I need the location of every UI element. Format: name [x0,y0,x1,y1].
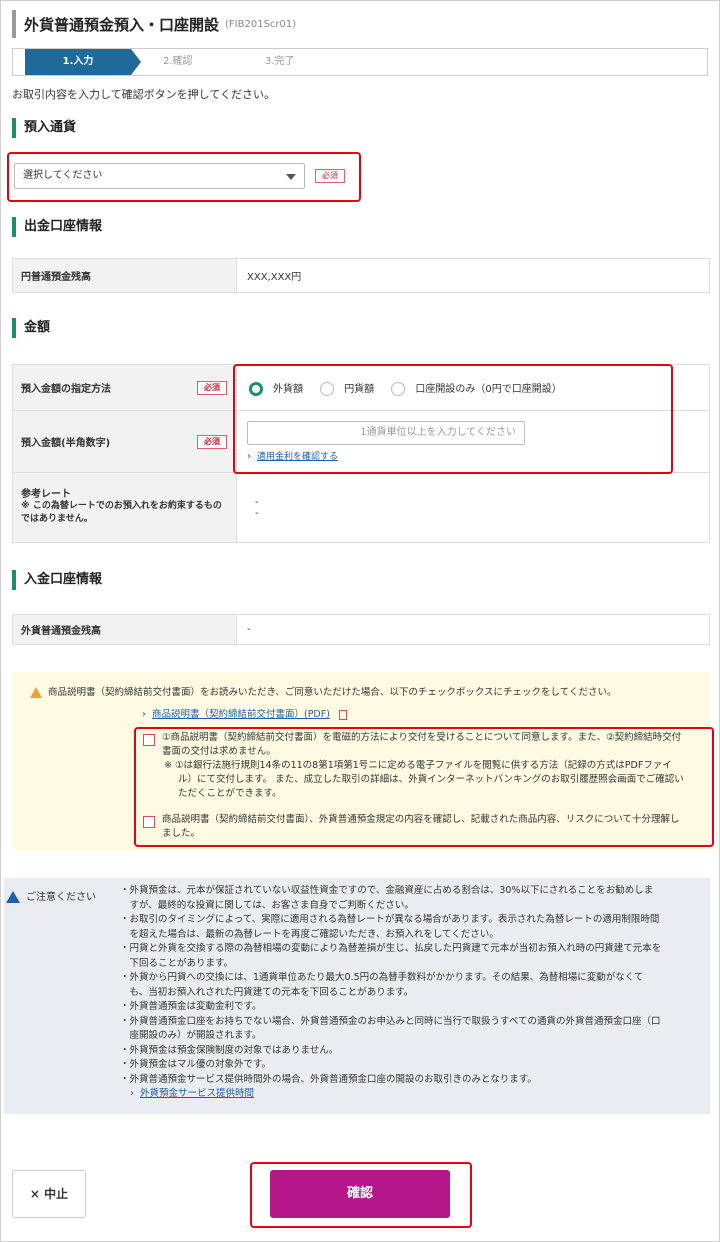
amount-label: 預入金額(半角数字) [21,438,111,449]
chevron-right-icon: › [130,1088,134,1099]
notes-item: を超えた場合は、最新の為替レートを再度ご確認いただき、お預入れをしてください。 [120,928,499,940]
step-input: 1.入力 [25,49,141,75]
notes-area: ご注意ください ・外貨預金は、元本が保証されていない収益性資金ですので、金融資産… [4,878,710,1114]
page-header: 外貨普通預金預入・口座開設 (FIB201Scr01) [12,10,296,38]
consent-text-1-line: ①商品説明書（契約締結前交付書面）を電磁的方法により交付を受けることについて同意… [162,732,682,743]
section-title-currency: 預入通貨 [12,118,76,138]
withdraw-table: 円普通預金残高 XXX,XXX円 [12,258,710,293]
pdf-link[interactable]: 商品説明書（契約締結前交付書面）(PDF) [152,709,330,720]
currency-select[interactable]: 選択してください [14,163,305,189]
notes-item: ・外貨預金はマル優の対象外です。 [120,1059,272,1070]
notes-item: も、当初お預入れされた円貨建ての元本を下回ることがあります。 [120,986,414,998]
consent-intro-row: 商品説明書（契約締結前交付書面）をお読みいただき、ご同意いただけた場合、以下のチ… [30,684,616,698]
ref-rate-label-cell: 参考レート ※ この為替レートでのお預入れをお約束するものではありません。 [12,472,237,543]
currency-select-value: 選択してください [23,170,103,181]
consent-note-line: ル）にて交付します。 また、成立した取引の詳細は、外貨インターネットバンキングの… [178,774,684,785]
notes-item: ・外貨預金は預金保険制度の対象ではありません。 [120,1044,339,1056]
section-title-deposit: 入金口座情報 [12,570,102,590]
notes-item: ・円貨と外貨を交換する際の為替相場の変動により為替差損が生じ、払戻した円貨建て元… [120,943,662,954]
required-badge-method: 必須 [197,381,227,395]
service-hours-link[interactable]: 外貨預金サービス提供時間 [140,1088,254,1099]
amount-label-cell: 預入金額(半角数字) 必須 [12,410,237,473]
consent-text-1: ①商品説明書（契約締結前交付書面）を電磁的方法により交付を受けることについて同意… [162,731,706,801]
page-title: 外貨普通預金預入・口座開設 [24,15,220,34]
step-complete: 3.完了 [265,56,295,67]
notes-item: ・外貨普通預金口座をお持ちでない場合、外貨普通預金のお申込みと同時に当行で取扱う… [120,1015,661,1027]
notes-item: ・お取引のタイミングによって、実際に適用される為替レートが異なる場合があります。… [120,914,660,925]
instruction-text: お取引内容を入力して確認ボタンを押してください。 [12,88,276,101]
close-icon: × [29,1187,40,1201]
confirm-button[interactable]: 確認 [270,1170,450,1218]
pdf-icon [338,709,347,720]
notes-item: ・外貨から円貨への交換には、1通貨単位あたり最大0.5円の為替手数料がかかります… [120,972,644,983]
yen-balance-label: 円普通預金残高 [12,258,237,293]
notes-item: ・外貨普通預金は変動金利です。 [120,1001,262,1012]
ref-rate-values: - - [236,472,710,543]
cancel-button[interactable]: × 中止 [12,1170,86,1218]
consent-text-1-line: 書面の交付は求めません。 [162,746,276,757]
notes-link-row: › 外貨預金サービス提供時間 [120,1087,704,1102]
consent-text-2: 商品説明書（契約締結前交付書面）、外貨普通預金規定の内容を確認し、記載された商品… [162,813,706,841]
notes-item: 座開設のみ）が開設されます。 [120,1030,262,1041]
ref-rate-value: - [255,507,259,519]
screen-code: (FIB201Scr01) [225,18,297,30]
fx-balance-label: 外貨普通預金残高 [12,614,237,645]
consent-note-line: ※ ①は銀行法施行規則14条の11の8第1項第1号ニに定める電子ファイルを閲覧に… [164,760,672,771]
yen-balance-value: XXX,XXX円 [236,258,710,293]
notes-item: すが、最終的な投資に関しては、お客さま自身でご判断ください。 [120,899,414,911]
deposit-table: 外貨普通預金残高 - [12,614,710,645]
section-title-amount: 金額 [12,318,50,338]
consent-checkbox-1[interactable] [143,734,155,746]
progress-steps: 1.入力 2.確認 3.完了 [12,48,708,76]
notes-list: ・外貨預金は、元本が保証されていない収益性資金ですので、金融資産に占める割合は、… [120,884,704,1102]
notes-title: ご注意ください [26,892,96,903]
pdf-link-row: › 商品説明書（契約締結前交付書面）(PDF) [142,706,347,720]
highlight-box-amount [233,364,673,474]
consent-text-2-line: 商品説明書（契約締結前交付書面）、外貨普通預金規定の内容を確認し、記載された商品… [162,814,680,825]
caution-icon [6,891,20,903]
consent-note-line: ただくことができます。 [178,788,282,799]
consent-text-2-line: ました。 [162,828,201,839]
cancel-button-label: 中止 [44,1187,69,1201]
required-badge-amount: 必須 [197,435,227,449]
chevron-down-icon [286,174,296,180]
step-confirm: 2.確認 [163,56,193,67]
chevron-right-icon: › [142,709,146,720]
notes-item: ・外貨預金は、元本が保証されていない収益性資金ですので、金融資産に占める割合は、… [120,885,654,896]
consent-checkbox-2[interactable] [143,816,155,828]
required-badge-currency: 必須 [315,169,345,183]
ref-rate-note: ※ この為替レートでのお預入れをお約束するものではありません。 [21,501,222,524]
fx-balance-value: - [236,614,710,645]
method-label-cell: 預入金額の指定方法 必須 [12,364,237,411]
ref-rate-value: - [255,496,259,508]
notes-title-row: ご注意ください [6,888,96,903]
notes-item: ・外貨普通預金サービス提供時間外の場合、外貨普通預金口座の開設のお取引きのみとな… [120,1073,537,1085]
warning-icon [30,687,42,698]
ref-rate-label: 参考レート [21,489,71,500]
section-title-withdraw: 出金口座情報 [12,217,102,237]
method-label: 預入金額の指定方法 [21,384,111,395]
consent-intro: 商品説明書（契約締結前交付書面）をお読みいただき、ご同意いただけた場合、以下のチ… [48,687,617,698]
notes-item: 下回ることがあります。 [120,957,234,969]
